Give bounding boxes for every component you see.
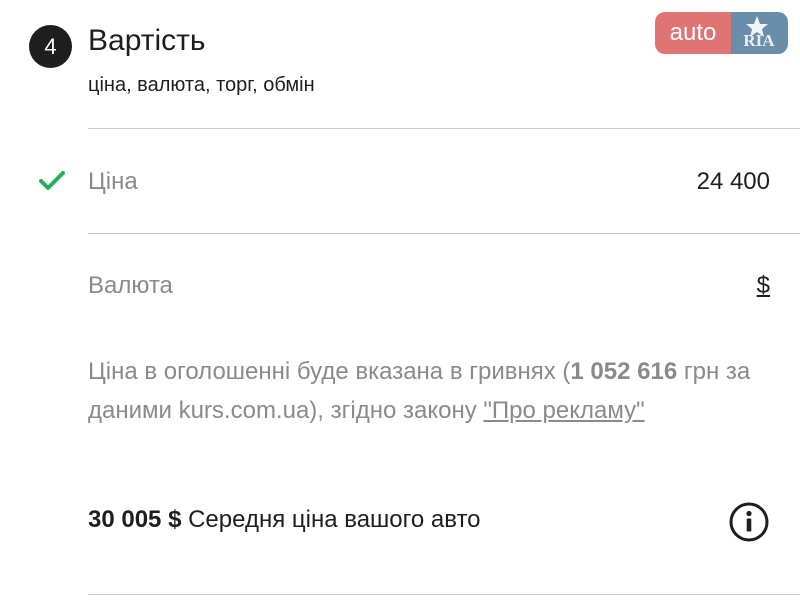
- section-subtitle: ціна, валюта, торг, обмін: [88, 74, 315, 96]
- average-price-label: Середня ціна вашого авто: [188, 506, 481, 533]
- check-icon: [39, 171, 65, 190]
- currency-label: Валюта: [88, 272, 173, 299]
- step-number: 4: [44, 33, 57, 59]
- advertising-law-link[interactable]: "Про рекламу": [483, 397, 644, 424]
- average-price-amount: 30 005 $: [88, 506, 182, 533]
- price-label: Ціна: [88, 168, 138, 195]
- divider: [88, 233, 800, 234]
- divider: [88, 128, 800, 129]
- divider: [88, 594, 800, 595]
- currency-select[interactable]: $: [757, 272, 770, 300]
- logo-auto-part: auto: [655, 12, 731, 54]
- logo-ria-text: RIA: [743, 31, 775, 50]
- note-uah-amount: 1 052 616: [570, 358, 678, 385]
- logo-ria-part: RIA: [731, 12, 788, 54]
- price-conversion-note: Ціна в оголошенні буде вказана в гривнях…: [88, 352, 778, 430]
- section-title: Вартість: [88, 24, 206, 57]
- average-price-row: 30 005 $ Середня ціна вашого авто: [88, 506, 481, 534]
- logo-auto-text: auto: [669, 19, 717, 46]
- ria-star-icon: RIA: [743, 16, 775, 50]
- price-input[interactable]: 24 400: [697, 168, 770, 196]
- step-number-badge: 4: [29, 25, 72, 68]
- info-icon[interactable]: [729, 502, 769, 542]
- autoria-logo[interactable]: auto RIA: [655, 12, 788, 54]
- note-text-before: Ціна в оголошенні буде вказана в гривнях…: [88, 358, 571, 385]
